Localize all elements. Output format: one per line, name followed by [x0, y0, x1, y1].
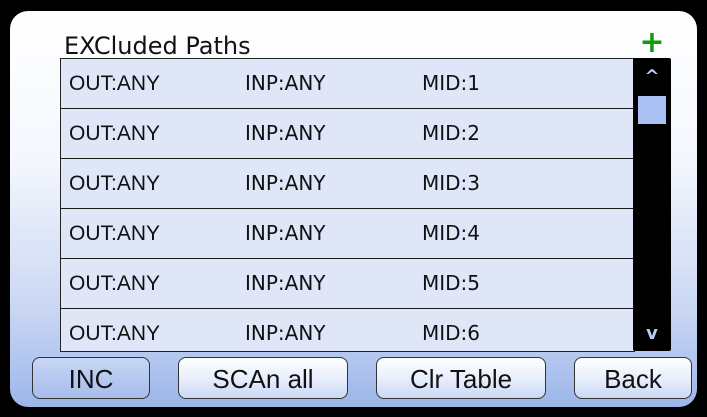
mid-cell: MID:5 [422, 271, 481, 295]
clear-table-button[interactable]: Clr Table [376, 357, 546, 399]
output-cell: OUT:ANY [69, 72, 161, 95]
excluded-paths-screen: EXCluded Paths + OUT:ANY INP:ANY MID:1 O… [10, 11, 697, 407]
list-item[interactable]: OUT:ANY INP:ANY MID:6 [61, 309, 634, 351]
inc-button[interactable]: INC [32, 357, 150, 399]
mid-cell: MID:1 [422, 71, 481, 95]
scrollbar[interactable]: ^ v [633, 58, 671, 351]
list-item[interactable]: OUT:ANY INP:ANY MID:5 [61, 259, 634, 309]
input-cell: INP:ANY [245, 271, 326, 295]
scan-all-button[interactable]: SCAn all [178, 357, 348, 399]
output-cell: OUT:ANY [69, 272, 161, 295]
input-cell: INP:ANY [245, 71, 326, 95]
list-item[interactable]: OUT:ANY INP:ANY MID:3 [61, 159, 634, 209]
output-cell: OUT:ANY [69, 322, 161, 345]
input-cell: INP:ANY [245, 171, 326, 195]
page-title: EXCluded Paths [64, 32, 251, 60]
back-button[interactable]: Back [574, 357, 692, 399]
input-cell: INP:ANY [245, 321, 326, 345]
add-path-button[interactable]: + [637, 28, 667, 58]
output-cell: OUT:ANY [69, 122, 161, 145]
list-item[interactable]: OUT:ANY INP:ANY MID:2 [61, 109, 634, 159]
input-cell: INP:ANY [245, 221, 326, 245]
scroll-up-icon[interactable]: ^ [633, 60, 671, 94]
scroll-thumb[interactable] [638, 96, 666, 124]
paths-list: OUT:ANY INP:ANY MID:1 OUT:ANY INP:ANY MI… [60, 58, 635, 352]
output-cell: OUT:ANY [69, 222, 161, 245]
output-cell: OUT:ANY [69, 172, 161, 195]
mid-cell: MID:6 [422, 321, 481, 345]
mid-cell: MID:4 [422, 221, 481, 245]
input-cell: INP:ANY [245, 121, 326, 145]
list-item[interactable]: OUT:ANY INP:ANY MID:1 [61, 59, 634, 109]
mid-cell: MID:2 [422, 121, 481, 145]
mid-cell: MID:3 [422, 171, 481, 195]
list-item[interactable]: OUT:ANY INP:ANY MID:4 [61, 209, 634, 259]
scroll-down-icon[interactable]: v [633, 317, 671, 351]
